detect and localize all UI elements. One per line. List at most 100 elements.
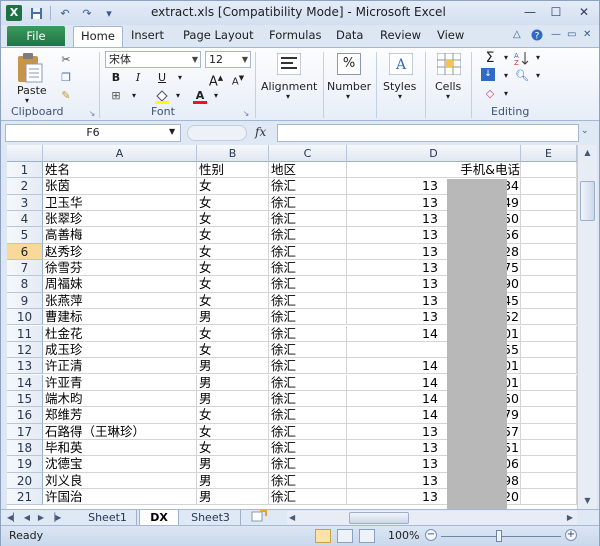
underline-button[interactable]: U [153, 70, 171, 86]
cell-name[interactable]: 毕和英 [43, 439, 197, 457]
scroll-down-icon[interactable]: ▼ [580, 493, 595, 508]
scroll-up-icon[interactable]: ▲ [580, 145, 595, 160]
copy-icon[interactable]: ❐ [57, 70, 75, 86]
tab-home[interactable]: Home [73, 26, 123, 47]
select-all-corner[interactable] [7, 145, 43, 162]
clear-dropdown-icon[interactable]: ▾ [497, 86, 515, 102]
cut-icon[interactable]: ✂ [57, 52, 75, 68]
paste-dropdown-icon[interactable]: ▾ [25, 96, 29, 105]
cell-e[interactable] [521, 472, 577, 489]
tab-view[interactable]: View [437, 28, 464, 42]
cell-gender[interactable]: 男 [197, 489, 269, 506]
row-header[interactable]: 17 [7, 423, 43, 440]
row-header[interactable]: 12 [7, 341, 43, 359]
cell-e[interactable] [521, 243, 577, 261]
cell-gender[interactable]: 女 [197, 243, 269, 261]
workbook-minimize-icon[interactable]: — [551, 29, 561, 40]
cell-region[interactable]: 徐汇 [269, 390, 347, 408]
cell-gender[interactable]: 女 [197, 439, 269, 457]
number-format-icon[interactable]: % [337, 53, 361, 75]
sheet-tab-dx[interactable]: DX [139, 510, 179, 526]
cell-gender[interactable]: 女 [197, 211, 269, 228]
cell-e[interactable] [521, 358, 577, 375]
help-icon[interactable]: ? [531, 29, 543, 44]
fill-icon[interactable]: ↓ [481, 68, 495, 81]
cell-e[interactable] [521, 439, 577, 457]
cell-region[interactable]: 徐汇 [269, 489, 347, 506]
save-icon[interactable] [28, 5, 44, 21]
minimize-button[interactable]: — [521, 3, 539, 21]
cell-e[interactable] [521, 292, 577, 310]
workbook-close-icon[interactable]: ✕ [583, 29, 591, 40]
row-header[interactable]: 3 [7, 194, 43, 211]
maximize-button[interactable]: ☐ [547, 3, 565, 21]
cell-name[interactable]: 刘义良 [43, 472, 197, 489]
cell-gender[interactable]: 性别 [197, 162, 269, 179]
decrease-font-size-icon[interactable]: A▼ [229, 70, 247, 87]
fill-color-dropdown-icon[interactable]: ▾ [169, 88, 187, 104]
zoom-level[interactable]: 100% [388, 529, 419, 542]
cell-region[interactable]: 徐汇 [269, 358, 347, 375]
row-header[interactable]: 4 [7, 211, 43, 228]
cells-dropdown-icon[interactable]: ▾ [446, 92, 450, 101]
cell-region[interactable]: 徐汇 [269, 292, 347, 310]
find-select-dropdown-icon[interactable]: ▾ [529, 68, 547, 84]
next-sheet-icon[interactable]: ▶ [35, 511, 47, 525]
cell-e[interactable] [521, 423, 577, 440]
sheet-tab-sheet3[interactable]: Sheet3 [181, 510, 241, 526]
cell-e[interactable] [521, 456, 577, 473]
cell-region[interactable]: 徐汇 [269, 341, 347, 359]
cell-e[interactable] [521, 407, 577, 424]
tab-file[interactable]: File [7, 26, 65, 46]
cell-gender[interactable]: 男 [197, 309, 269, 326]
cell-region[interactable]: 地区 [269, 162, 347, 179]
row-header[interactable]: 18 [7, 439, 43, 457]
cell-e[interactable] [521, 489, 577, 506]
page-break-view-button[interactable] [359, 529, 375, 543]
row-header[interactable]: 15 [7, 390, 43, 408]
column-header-e[interactable]: E [521, 145, 577, 162]
font-name-select[interactable]: 宋体 ▼ [105, 51, 201, 68]
redo-icon[interactable]: ↷ [79, 5, 95, 21]
cell-e[interactable] [521, 194, 577, 211]
cell-gender[interactable]: 女 [197, 341, 269, 359]
cell-gender[interactable]: 女 [197, 423, 269, 440]
paste-button[interactable]: Paste [17, 84, 47, 97]
paste-icon[interactable] [15, 52, 45, 87]
underline-dropdown-icon[interactable]: ▾ [171, 70, 189, 86]
cell-gender[interactable]: 女 [197, 227, 269, 244]
zoom-in-button[interactable]: + [565, 529, 577, 541]
cell-region[interactable]: 徐汇 [269, 325, 347, 342]
cell-region[interactable]: 徐汇 [269, 227, 347, 244]
cell-e[interactable] [521, 227, 577, 244]
insert-sheet-icon[interactable] [247, 510, 271, 526]
increase-font-size-icon[interactable]: A▲ [207, 70, 225, 89]
cell-name[interactable]: 端木昀 [43, 390, 197, 408]
cell-region[interactable]: 徐汇 [269, 423, 347, 440]
cell-name[interactable]: 赵秀珍 [43, 243, 197, 261]
styles-icon[interactable]: A [388, 52, 414, 78]
cell-name[interactable]: 姓名 [43, 162, 197, 179]
scroll-right-icon[interactable]: ▶ [567, 513, 573, 522]
cell-name[interactable]: 曹建标 [43, 309, 197, 326]
cell-gender[interactable]: 男 [197, 374, 269, 391]
cell-name[interactable]: 张茵 [43, 178, 197, 195]
cell-e[interactable] [521, 162, 577, 179]
row-header[interactable]: 10 [7, 309, 43, 326]
row-header[interactable]: 8 [7, 276, 43, 293]
row-header[interactable]: 5 [7, 227, 43, 244]
cell-gender[interactable]: 女 [197, 178, 269, 195]
cell-name[interactable]: 许正清 [43, 358, 197, 375]
cell-region[interactable]: 徐汇 [269, 472, 347, 489]
cell-e[interactable] [521, 276, 577, 293]
cell-gender[interactable]: 男 [197, 358, 269, 375]
font-color-dropdown-icon[interactable]: ▾ [207, 88, 225, 104]
cell-region[interactable]: 徐汇 [269, 211, 347, 228]
alignment-dropdown-icon[interactable]: ▾ [286, 92, 290, 101]
row-header[interactable]: 20 [7, 472, 43, 489]
sort-filter-dropdown-icon[interactable]: ▾ [529, 50, 547, 66]
cell-name[interactable]: 成玉珍 [43, 341, 197, 359]
cell-gender[interactable]: 女 [197, 260, 269, 277]
cell-region[interactable]: 徐汇 [269, 178, 347, 195]
cell-gender[interactable]: 女 [197, 276, 269, 293]
